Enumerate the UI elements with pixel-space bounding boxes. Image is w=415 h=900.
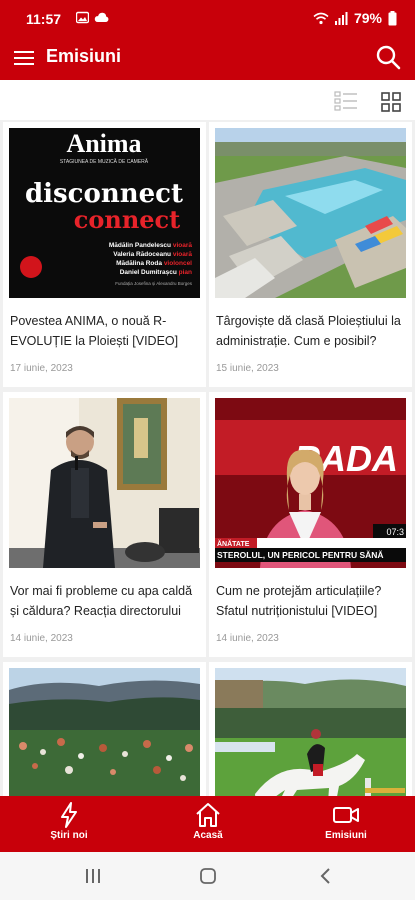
article-card[interactable]: Anima STAGIUNEA DE MUZICĂ DE CAMERĂ disc… <box>3 122 206 387</box>
image-icon <box>76 11 89 24</box>
home-icon <box>196 803 220 827</box>
svg-text:Mădălina Roda violoncel: Mădălina Roda violoncel <box>116 260 192 267</box>
wifi-icon <box>313 12 329 24</box>
article-date: 15 iunie, 2023 <box>216 363 279 374</box>
article-title: Târgoviște dă clasă Ploieștiului la admi… <box>216 314 401 348</box>
nav-label-stiri: Știri noi <box>50 830 88 841</box>
status-bar: 11:57 79% <box>0 0 415 36</box>
signal-icon <box>334 11 348 25</box>
article-card[interactable]: Vor mai fi probleme cu apa caldă și căld… <box>3 392 206 657</box>
svg-text:Valeria Rădoceanu vioară: Valeria Rădoceanu vioară <box>113 251 192 258</box>
svg-text:Daniel Dumitrașcu pian: Daniel Dumitrașcu pian <box>120 269 192 276</box>
article-card[interactable]: RADA 07:3 ĂNĂTATE STEROLUL, UN PERICOL P… <box>209 392 412 657</box>
speaker-photo <box>9 398 200 568</box>
performer-role: vioară <box>173 242 193 249</box>
app-bar: Emisiuni <box>0 36 415 80</box>
notification-icons <box>76 11 109 24</box>
list-view-icon[interactable] <box>334 91 358 111</box>
home-button-icon[interactable] <box>199 867 217 885</box>
video-camera-icon <box>333 807 359 823</box>
article-card[interactable] <box>209 662 412 796</box>
page-title: Emisiuni <box>46 46 122 66</box>
search-icon[interactable] <box>375 44 401 70</box>
article-date: 14 iunie, 2023 <box>10 633 73 644</box>
performer-role: vioară <box>173 251 193 258</box>
menu-icon[interactable] <box>12 46 36 70</box>
town-photo <box>9 668 200 796</box>
lightning-icon <box>61 802 77 828</box>
tv-ticker-label: ĂNĂTATE <box>217 539 250 548</box>
poster-sponsor: Fundația Josefina și Alexandru Borges <box>115 281 193 286</box>
status-right: 79% <box>313 10 397 26</box>
view-toggle-bar <box>0 80 415 120</box>
poster-image: Anima STAGIUNEA DE MUZICĂ DE CAMERĂ disc… <box>9 128 200 298</box>
performer-role: violoncel <box>164 260 192 267</box>
nav-label-emisiuni: Emisiuni <box>325 830 367 841</box>
article-title: Cum ne protejăm articulațiile? Sfatul nu… <box>216 584 382 618</box>
back-icon[interactable] <box>317 867 335 885</box>
performer-name: Daniel Dumitrașcu <box>120 269 177 276</box>
aerial-photo <box>215 128 406 298</box>
article-title: Vor mai fi probleme cu apa caldă și căld… <box>10 584 193 618</box>
grid-view-icon[interactable] <box>381 92 401 112</box>
nav-item-emisiuni[interactable]: Emisiuni <box>286 802 406 841</box>
tv-clock: 07:3 <box>386 527 404 537</box>
article-thumbnail <box>215 668 406 796</box>
article-thumbnail <box>9 668 200 796</box>
article-title: Povestea ANIMA, o nouă R-EVOLUȚIE la Plo… <box>10 314 179 348</box>
svg-text:Mădălin Pandelescu vioară: Mădălin Pandelescu vioară <box>109 242 192 249</box>
nav-item-stiri[interactable]: Știri noi <box>9 802 129 841</box>
performer-name: Mădălin Pandelescu <box>109 242 171 249</box>
status-time: 11:57 <box>26 11 62 27</box>
article-card[interactable]: Târgoviște dă clasă Ploieștiului la admi… <box>209 122 412 387</box>
recent-apps-icon[interactable] <box>84 867 102 885</box>
equestrian-photo <box>215 668 406 796</box>
article-date: 14 iunie, 2023 <box>216 633 279 644</box>
performer-role: pian <box>179 269 192 276</box>
poster-subtitle: STAGIUNEA DE MUZICĂ DE CAMERĂ <box>60 158 149 165</box>
nav-item-acasa[interactable]: Acasă <box>148 802 268 841</box>
article-thumbnail <box>9 398 200 568</box>
article-thumbnail: RADA 07:3 ĂNĂTATE STEROLUL, UN PERICOL P… <box>215 398 406 568</box>
tv-ticker: STEROLUL, UN PERICOL PENTRU SĂNĂ <box>217 550 384 560</box>
battery-icon <box>388 10 397 25</box>
tv-studio-photo: RADA 07:3 ĂNĂTATE STEROLUL, UN PERICOL P… <box>215 398 406 568</box>
performer-name: Valeria Rădoceanu <box>113 251 171 258</box>
nav-label-acasa: Acasă <box>193 830 223 841</box>
battery-level: 79% <box>353 10 382 26</box>
performer-name: Mădălina Roda <box>116 260 162 267</box>
poster-line2: connect <box>74 205 181 234</box>
article-thumbnail: Anima STAGIUNEA DE MUZICĂ DE CAMERĂ disc… <box>9 128 200 298</box>
cloud-icon <box>94 12 109 22</box>
article-thumbnail <box>215 128 406 298</box>
article-card[interactable] <box>3 662 206 796</box>
system-navigation-bar <box>0 852 415 900</box>
article-grid: Anima STAGIUNEA DE MUZICĂ DE CAMERĂ disc… <box>0 122 415 796</box>
poster-brand: Anima <box>66 129 141 158</box>
bottom-navigation: Știri noi Acasă Emisiuni <box>0 796 415 852</box>
article-date: 17 iunie, 2023 <box>10 363 73 374</box>
